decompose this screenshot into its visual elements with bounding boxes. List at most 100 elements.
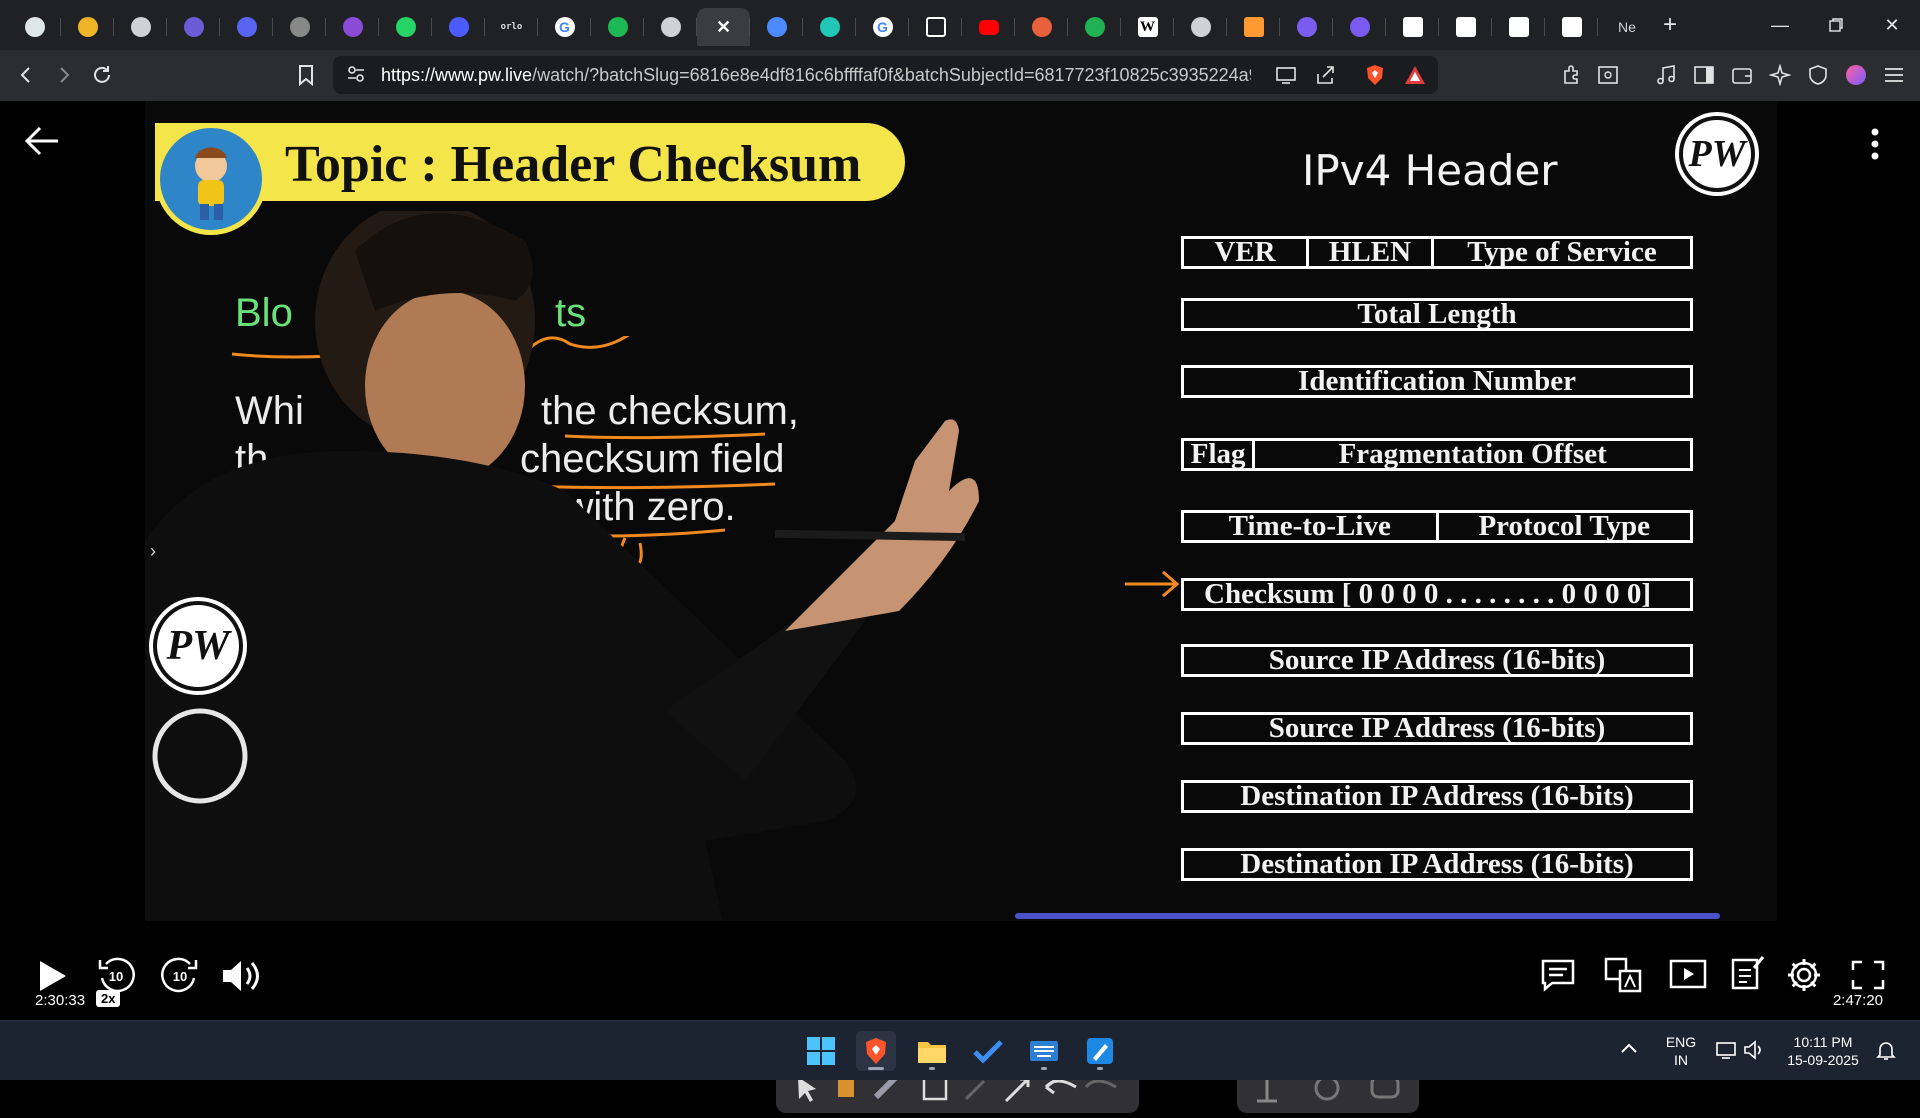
profile-button[interactable] [1838,57,1874,93]
notifications-button[interactable] [1876,1039,1896,1066]
browser-tab[interactable] [8,8,61,46]
lens-icon [1296,17,1317,37]
folder-icon [918,1042,946,1063]
network-icon[interactable] [1715,1040,1737,1065]
browser-tab[interactable] [1333,8,1386,46]
browser-tab[interactable] [1174,8,1227,46]
paint-icon [1087,1038,1113,1064]
browser-tab[interactable] [1386,8,1439,46]
clock-date: 15-09-2025 [1787,1052,1859,1068]
fullscreen-button[interactable] [1848,957,1888,993]
taskbar-todo[interactable] [968,1031,1008,1071]
more-options-button[interactable] [1869,127,1881,166]
left-edge-chevron-icon[interactable]: › [150,541,156,562]
show-hidden-icons-button[interactable] [1620,1041,1638,1060]
browser-tab[interactable]: W [1121,8,1174,46]
browser-tab[interactable] [1439,8,1492,46]
browser-tab[interactable] [326,8,379,46]
app-icon [183,17,204,37]
vpn-button[interactable] [1800,57,1836,93]
clock[interactable]: 10:11 PM 15-09-2025 [1778,1033,1868,1069]
notes-button[interactable] [1728,953,1768,993]
minimize-button[interactable]: — [1752,0,1808,50]
close-window-button[interactable]: ✕ [1864,0,1920,50]
forward-10-button[interactable]: 10 [158,954,202,998]
browser-tab[interactable] [962,8,1015,46]
hamburger-icon [1885,68,1903,82]
browser-tab[interactable] [1280,8,1333,46]
browser-tab[interactable] [432,8,485,46]
lens-icon [1349,17,1370,37]
back-button[interactable] [8,57,44,93]
presenter-figure [145,211,979,921]
leo-ai-button[interactable] [1762,57,1798,93]
chat-button[interactable] [1538,955,1578,995]
browser-tab[interactable] [591,8,644,46]
browser-tab[interactable] [644,8,697,46]
taskbar-keyboard[interactable] [1024,1031,1064,1071]
start-button[interactable] [801,1031,841,1071]
address-bar[interactable]: https://www.pw.live/watch/?batchSlug=681… [333,56,1438,94]
back-arrow-button[interactable] [24,125,60,162]
taskbar: ENG IN 10:11 PM 15-09-2025 [0,1020,1920,1080]
browser-tab[interactable]: orlo [485,8,538,46]
taskbar-brave[interactable] [856,1031,896,1071]
translate-button[interactable] [1603,955,1643,995]
rewind-10-button[interactable]: 10 [94,954,138,998]
reload-button[interactable] [84,57,120,93]
share-icon[interactable] [1315,65,1337,90]
sidebar-button[interactable] [1686,57,1722,93]
site-settings-icon[interactable] [347,65,365,88]
browser-tab[interactable]: G [856,8,909,46]
browser-tab[interactable] [379,8,432,46]
browser-tab[interactable] [909,8,962,46]
restore-button[interactable] [1808,0,1864,50]
ipv4-header-title: IPv4 Header [1302,146,1558,195]
brave-icon [866,1038,886,1064]
volume-button[interactable] [220,956,264,996]
header-row: Destination IP Address (16-bits) [1181,780,1693,813]
browser-tab[interactable] [61,8,114,46]
google-icon: G [872,17,893,37]
url-domain: https://www.pw.live [381,64,533,85]
browser-tab[interactable] [114,8,167,46]
menu-button[interactable] [1876,57,1912,93]
media-button[interactable] [1648,57,1684,93]
brave-rewards-icon[interactable] [1403,64,1427,91]
picture-in-picture-button[interactable] [1668,955,1708,995]
browser-tab[interactable] [273,8,326,46]
browser-tab[interactable] [750,8,803,46]
cast-icon[interactable] [1275,65,1297,90]
browser-tab[interactable]: G [538,8,591,46]
browser-tab[interactable] [1068,8,1121,46]
reader-mode-button[interactable] [1590,57,1626,93]
browser-tab[interactable] [220,8,273,46]
new-tab-button[interactable]: + [1650,6,1690,44]
browser-tab[interactable] [167,8,220,46]
browser-tab[interactable] [1545,8,1598,46]
browser-tab[interactable] [1227,8,1280,46]
play-button[interactable] [32,956,72,996]
close-icon[interactable]: ✕ [714,17,734,37]
shield-icon [1809,65,1827,85]
forward-button[interactable] [46,57,82,93]
browser-tab[interactable] [1015,8,1068,46]
taskbar-paint[interactable] [1080,1031,1120,1071]
browser-tab[interactable] [1492,8,1545,46]
header-row: Time-to-Live Protocol Type [1181,510,1693,543]
settings-button[interactable] [1784,955,1824,995]
taskbar-file-explorer[interactable] [912,1031,952,1071]
browser-tab[interactable] [803,8,856,46]
brave-shields-icon[interactable] [1363,63,1387,92]
coin-icon [1031,17,1052,37]
topic-title: Topic : Header Checksum [285,136,862,193]
extensions-button[interactable] [1554,57,1590,93]
video-player[interactable]: Topic : Header Checksum IPv4 Header PW B… [0,101,1920,1113]
bookmark-button[interactable] [288,57,324,93]
spotify-icon [607,17,628,37]
language-indicator[interactable]: ENG IN [1665,1033,1697,1069]
browser-tab[interactable]: ✕ [697,8,750,46]
speaker-icon[interactable] [1743,1040,1765,1065]
browser-tab[interactable]: Ne [1598,8,1646,46]
wallet-button[interactable] [1724,57,1760,93]
